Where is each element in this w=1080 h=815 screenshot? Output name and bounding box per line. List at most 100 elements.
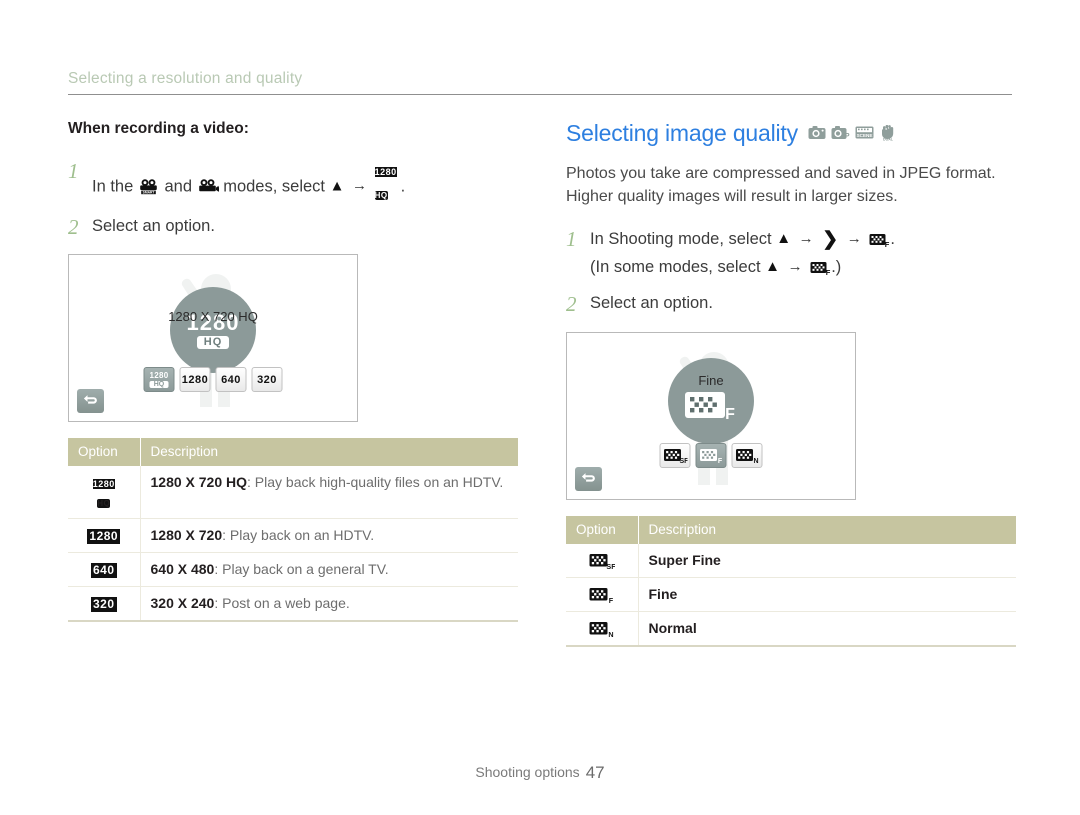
lcd-option-1280[interactable]: 1280	[179, 367, 211, 393]
640-icon: 640	[68, 552, 141, 587]
right-step-1-text-a: In Shooting mode, select	[590, 230, 772, 249]
up-triangle-icon: ▲	[329, 177, 345, 195]
right-step-1-subline: (In some modes, select ▲ → F .)	[590, 256, 895, 283]
table-row: N Normal	[566, 611, 1016, 648]
320-icon: 320	[68, 586, 141, 622]
row3-rest: : Post on a web page.	[214, 594, 350, 611]
right-step-1-sub-a: (In some modes, select	[590, 257, 761, 276]
right-lcd-caption: Fine	[698, 372, 724, 388]
quality-super-fine-icon: SF	[566, 543, 639, 578]
right-lcd-back-button[interactable]	[575, 466, 602, 491]
chevron-right-icon: ❯	[822, 229, 839, 251]
page-number: 47	[585, 763, 605, 782]
row2-icon-top: 640	[90, 562, 117, 578]
left-table-header-option: Option	[68, 438, 141, 467]
svg-text:F: F	[725, 406, 735, 423]
table-cell-description: Super Fine	[638, 543, 1016, 578]
table-row: SF Super Fine	[566, 543, 1016, 578]
right-arrow-icon: →	[787, 257, 803, 275]
row0-icon-top: 1280	[92, 479, 115, 490]
left-subheading: When recording a video:	[68, 120, 249, 137]
left-step-2: 2 Select an option.	[68, 214, 518, 240]
lcd-option-640-label: 640	[221, 373, 241, 386]
program-camera-icon: P	[831, 125, 850, 145]
row3-icon-top: 320	[90, 596, 117, 612]
lcd-option-640[interactable]: 640	[215, 367, 247, 393]
left-step-2-text: Select an option.	[92, 216, 215, 235]
table-row: 320 320 X 240: Post on a web page.	[68, 586, 518, 622]
left-table-header-description: Description	[140, 438, 518, 467]
left-lcd-caption: 1280 X 720 HQ	[168, 309, 258, 325]
left-step-1-body: In the SMART and modes, select ▲ → 1280 …	[92, 158, 405, 206]
left-step-2-number: 2	[68, 214, 79, 239]
lcd-option-320[interactable]: 320	[251, 367, 283, 393]
left-lcd-dial: 1280 X 720 HQ 1280 HQ	[168, 287, 258, 374]
scene-mode-icon: SCENE	[855, 125, 874, 145]
right-table-header-option: Option	[566, 515, 639, 544]
svg-text:N: N	[608, 630, 613, 638]
row2-bold: 640 X 480	[150, 560, 215, 577]
right-step-2: 2 Select an option.	[566, 291, 1016, 317]
manual-page: Selecting a resolution and quality When …	[0, 0, 1080, 815]
right-lcd-screenshot: Fine F S F N	[566, 331, 856, 500]
row1-rest: : Play back on an HDTV.	[222, 526, 375, 543]
left-step-1-text-c: modes, select	[223, 177, 325, 196]
1280-icon: 1280	[68, 518, 141, 553]
table-cell-description: 320 X 240: Post on a web page.	[140, 586, 518, 622]
svg-text:N: N	[753, 458, 758, 464]
lcd-option-1280hq-top: 1280	[149, 370, 169, 380]
row0-icon-bottom: HQ	[97, 498, 111, 508]
svg-text:P: P	[845, 133, 850, 140]
intro-paragraph: Photos you take are compressed and saved…	[566, 163, 1016, 208]
1280-hq-icon: 1280 HQ	[68, 466, 141, 519]
table-header-row: Option Description	[68, 438, 518, 467]
left-step-1-text-a: In the	[92, 177, 134, 196]
back-arrow-icon	[83, 395, 97, 404]
svg-text:F: F	[609, 596, 614, 604]
lcd-option-1280hq-bottom: HQ	[149, 380, 169, 388]
lcd-option-normal[interactable]: N	[731, 442, 763, 468]
row0-rest: : Play back high-quality files on an HDT…	[247, 474, 504, 491]
running-header-text: Selecting a resolution and quality	[68, 70, 303, 87]
table-cell-description: Normal	[638, 611, 1016, 648]
left-option-table: Option Description 1280 HQ 1280 X 720 HQ…	[68, 438, 518, 622]
mode-icons: P SCENE DUAL	[808, 124, 896, 146]
left-column: When recording a video: 1 In the SMART a…	[68, 120, 518, 622]
left-step-1-text-b: and	[164, 177, 193, 196]
quality-fine-icon: F	[869, 232, 890, 255]
lcd-option-fine[interactable]: F	[695, 442, 727, 468]
table-row: 1280 HQ 1280 X 720 HQ: Play back high-qu…	[68, 466, 518, 519]
right-arrow-icon: →	[846, 230, 862, 248]
right-step-2-number: 2	[566, 292, 577, 317]
intro-line-1: Photos you take are compressed and saved…	[566, 165, 996, 182]
row2-rest: : Play back on a general TV.	[214, 560, 389, 577]
lcd-option-1280hq[interactable]: 1280 HQ	[143, 367, 175, 393]
left-lcd-back-button[interactable]	[77, 389, 104, 414]
svg-text:DUAL: DUAL	[883, 137, 894, 141]
right-step-1-number: 1	[566, 227, 577, 252]
quality-fine-icon: F	[566, 577, 639, 613]
running-header: Selecting a resolution and quality	[68, 70, 1012, 95]
svg-text:SCENE: SCENE	[857, 133, 873, 138]
table-cell-description: Fine	[638, 577, 1016, 613]
1280-hq-icon-bottom: HQ	[374, 191, 388, 201]
right-step-1-period: .	[890, 230, 895, 249]
right-option-table: Option Description SF Super Fine F Fine …	[566, 515, 1016, 648]
left-lcd-option-row: 1280 HQ 1280 640 320	[143, 367, 283, 393]
row0-bold: 1280 X 720 HQ	[150, 474, 248, 491]
row1-bold: 1280 X 720	[150, 526, 223, 543]
intro-line-2: Higher quality images will result in lar…	[566, 187, 898, 205]
right-step-1: 1 In Shooting mode, select ▲ → ❯ → F . (…	[566, 226, 1016, 283]
camcorder-icon	[197, 178, 219, 202]
lcd-option-super-fine[interactable]: SF	[659, 442, 691, 468]
quality-normal-icon: N	[566, 611, 639, 648]
up-triangle-icon: ▲	[776, 230, 792, 248]
right-step-2-text: Select an option.	[590, 294, 713, 313]
back-arrow-icon	[581, 472, 595, 482]
up-triangle-icon: ▲	[765, 257, 781, 275]
right-step-1-body: In Shooting mode, select ▲ → ❯ → F . (In…	[590, 226, 895, 283]
right-step-1-sub-period: .)	[831, 257, 842, 276]
right-lcd-dial: Fine F	[668, 357, 754, 444]
table-cell-description: 1280 X 720 HQ: Play back high-quality fi…	[140, 466, 518, 519]
table-row: F Fine	[566, 577, 1016, 613]
